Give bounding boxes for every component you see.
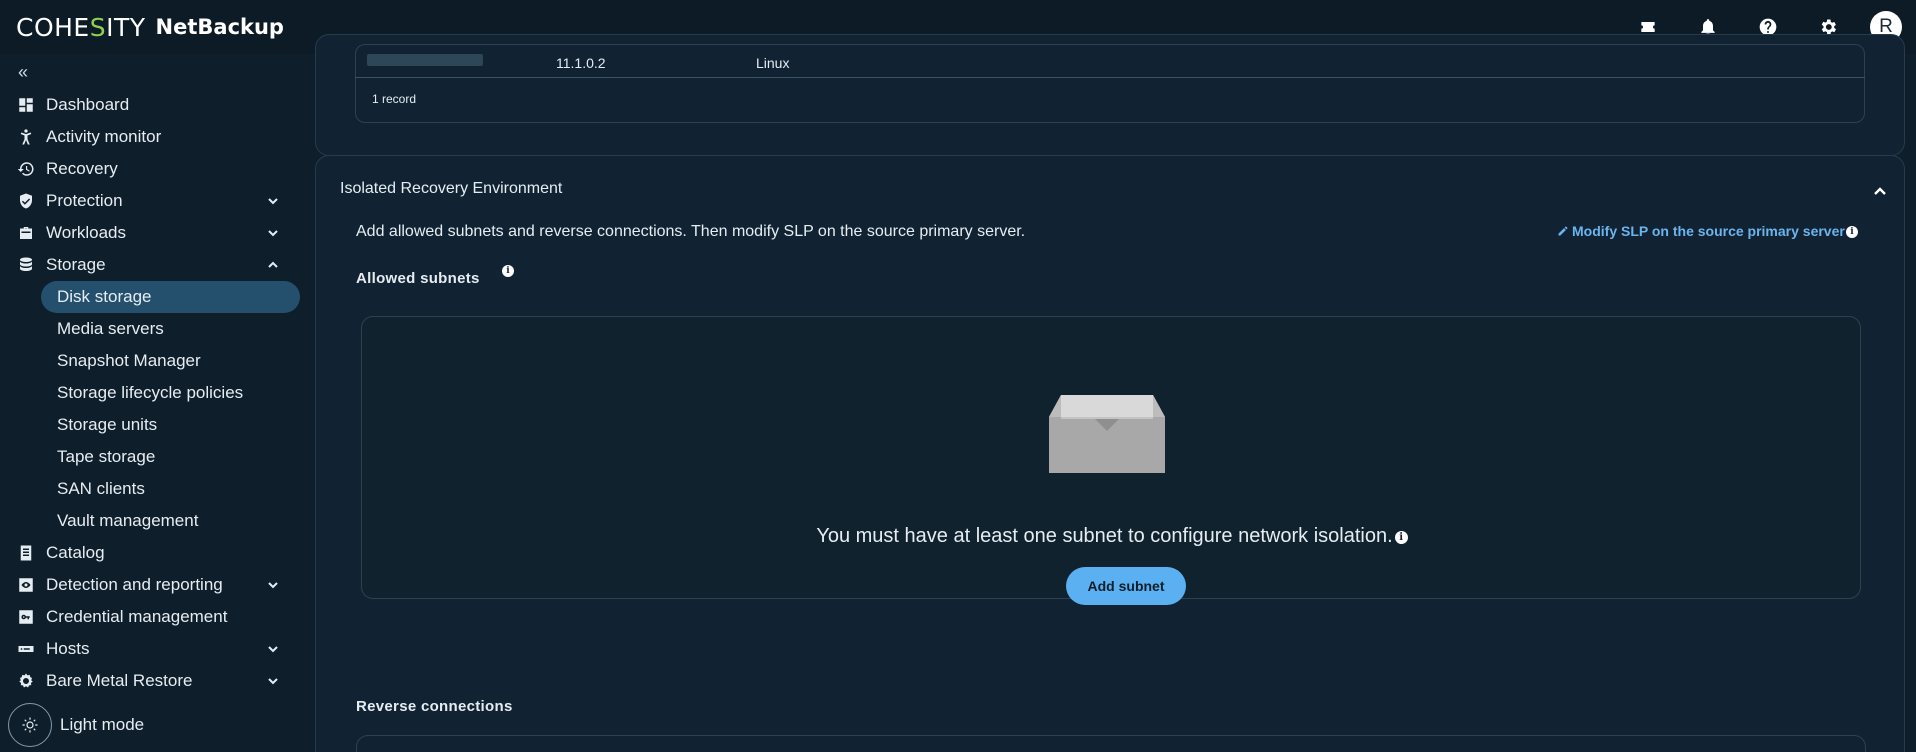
- sidebar-item-label: Protection: [46, 191, 123, 210]
- chevron-up-icon[interactable]: [1872, 183, 1888, 199]
- dashboard-icon: [17, 96, 35, 114]
- reverse-connections-label: Reverse connections: [356, 698, 513, 715]
- sidebar-subitem-media-servers[interactable]: Media servers: [0, 313, 310, 345]
- sidebar: « Dashboard Activity monitor Recovery Pr…: [0, 54, 310, 752]
- sidebar-item-credential-management[interactable]: Credential management: [0, 601, 310, 633]
- sidebar-item-label: Bare Metal Restore: [46, 671, 193, 690]
- collapse-sidebar-icon[interactable]: «: [18, 62, 28, 83]
- chevron-down-icon: [266, 673, 280, 687]
- sidebar-item-label: Recovery: [46, 159, 118, 178]
- sidebar-subitem-storage-units[interactable]: Storage units: [0, 409, 310, 441]
- chevron-down-icon: [266, 225, 280, 239]
- info-icon[interactable]: i: [502, 265, 514, 277]
- chevron-up-icon: [266, 257, 280, 271]
- server-icon: [17, 640, 35, 658]
- sidebar-subitem-tape-storage[interactable]: Tape storage: [0, 441, 310, 473]
- sidebar-subitem-disk-storage[interactable]: Disk storage: [41, 281, 300, 313]
- cohesity-logo: COHESITY: [16, 12, 146, 42]
- key-icon: [17, 608, 35, 626]
- sidebar-item-bare-metal-restore[interactable]: Bare Metal Restore: [0, 665, 310, 697]
- sidebar-item-label: Storage: [46, 255, 106, 274]
- sidebar-item-hosts[interactable]: Hosts: [0, 633, 310, 665]
- empty-message: You must have at least one subnet to con…: [362, 525, 1862, 548]
- table-divider: [355, 77, 1865, 78]
- activity-icon: [17, 128, 35, 146]
- chevron-down-icon: [266, 577, 280, 591]
- sidebar-subitem-storage-lifecycle-policies[interactable]: Storage lifecycle policies: [0, 377, 310, 409]
- pencil-icon: [1558, 226, 1568, 236]
- sidebar-item-detection-and-reporting[interactable]: Detection and reporting: [0, 569, 310, 601]
- modify-slp-label: Modify SLP on the source primary server: [1572, 223, 1845, 239]
- sun-icon: [8, 703, 52, 747]
- chevron-down-icon: [266, 193, 280, 207]
- modify-slp-link[interactable]: Modify SLP on the source primary server: [1557, 223, 1845, 239]
- sidebar-subitem-san-clients[interactable]: SAN clients: [0, 473, 310, 505]
- sidebar-item-dashboard[interactable]: Dashboard: [0, 89, 310, 121]
- catalog-icon: [17, 544, 35, 562]
- sidebar-item-label: Hosts: [46, 639, 90, 658]
- sidebar-item-catalog[interactable]: Catalog: [0, 537, 310, 569]
- sidebar-item-recovery[interactable]: Recovery: [0, 153, 310, 185]
- allowed-subnets-label: Allowed subnets: [356, 270, 480, 287]
- record-count: 1 record: [372, 92, 417, 106]
- sidebar-item-protection[interactable]: Protection: [0, 185, 310, 217]
- database-icon: [17, 256, 35, 274]
- sidebar-item-label: Workloads: [46, 223, 126, 242]
- sidebar-item-workloads[interactable]: Workloads: [0, 217, 310, 249]
- isolated-recovery-environment-card: Isolated Recovery Environment Add allowe…: [315, 155, 1905, 752]
- table-cell-version: 11.1.0.2: [556, 55, 606, 71]
- sidebar-item-label: Dashboard: [46, 95, 130, 114]
- main-content: 11.1.0.2 Linux 1 record Isolated Recover…: [315, 34, 1905, 752]
- sidebar-nav: Dashboard Activity monitor Recovery Prot…: [0, 89, 310, 697]
- sidebar-item-label: Credential management: [46, 607, 228, 626]
- reverse-connections-panel: [356, 735, 1866, 752]
- sidebar-item-storage[interactable]: Storage: [0, 249, 310, 281]
- redacted-hostname: [367, 54, 483, 66]
- shield-icon: [17, 192, 35, 210]
- add-subnet-button[interactable]: Add subnet: [1066, 567, 1186, 605]
- gear-wrench-icon: [17, 672, 35, 690]
- briefcase-icon: [17, 224, 35, 242]
- chevron-down-icon: [266, 641, 280, 655]
- empty-tray-icon: [1049, 395, 1165, 473]
- sidebar-item-label: Detection and reporting: [46, 575, 223, 594]
- sidebar-item-label: Activity monitor: [46, 127, 162, 146]
- sidebar-item-activity-monitor[interactable]: Activity monitor: [0, 121, 310, 153]
- light-mode-label: Light mode: [60, 715, 145, 734]
- brand[interactable]: COHESITY NetBackup: [16, 13, 284, 42]
- history-icon: [17, 160, 35, 178]
- table-cell-os: Linux: [756, 55, 790, 71]
- info-icon[interactable]: i: [1394, 531, 1408, 544]
- sidebar-subitem-snapshot-manager[interactable]: Snapshot Manager: [0, 345, 310, 377]
- ire-description: Add allowed subnets and reverse connecti…: [356, 223, 1026, 240]
- eye-icon: [17, 576, 35, 594]
- sidebar-subitem-vault-management[interactable]: Vault management: [0, 505, 310, 537]
- empty-message-text: You must have at least one subnet to con…: [816, 525, 1393, 547]
- light-mode-toggle[interactable]: Light mode: [8, 703, 144, 747]
- sidebar-item-label: Catalog: [46, 543, 105, 562]
- info-icon[interactable]: i: [1846, 226, 1858, 238]
- ire-title: Isolated Recovery Environment: [340, 180, 563, 197]
- product-name: NetBackup: [155, 15, 284, 39]
- allowed-subnets-empty-state: You must have at least one subnet to con…: [361, 316, 1862, 605]
